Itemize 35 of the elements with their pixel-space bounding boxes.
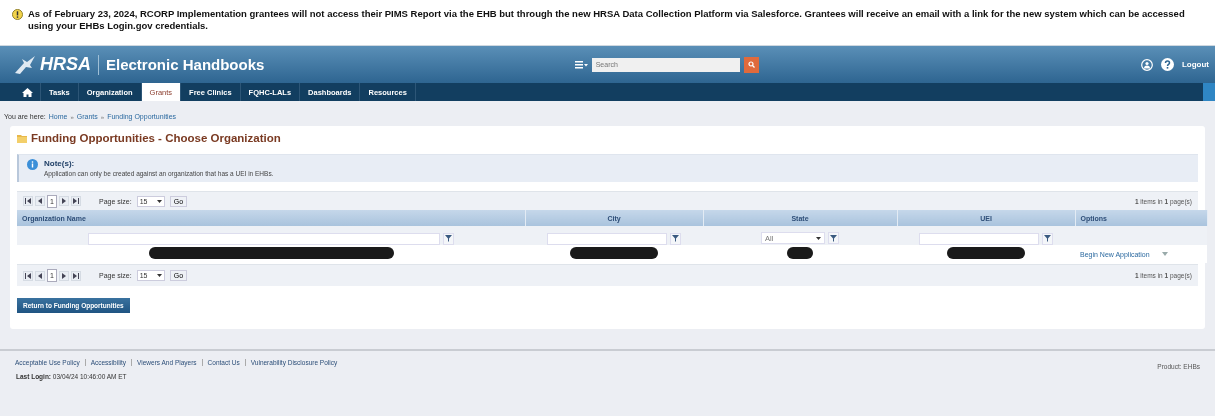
last-page-button[interactable] bbox=[71, 270, 81, 281]
last-page-button[interactable] bbox=[71, 196, 81, 206]
home-icon[interactable] bbox=[21, 87, 33, 97]
logout-link[interactable]: Logout bbox=[1181, 60, 1209, 69]
folder-icon bbox=[17, 133, 27, 143]
search-button[interactable] bbox=[743, 56, 759, 73]
dropdown-icon bbox=[156, 199, 162, 203]
filter-button[interactable] bbox=[1042, 232, 1053, 245]
redaction-bar bbox=[787, 247, 813, 259]
dropdown-icon bbox=[816, 236, 821, 240]
next-page-button[interactable] bbox=[59, 196, 69, 206]
filter-button[interactable] bbox=[828, 232, 839, 244]
previous-page-button[interactable] bbox=[35, 270, 45, 281]
user-icon[interactable] bbox=[1140, 58, 1153, 71]
eagle-icon bbox=[14, 54, 36, 75]
warning-icon bbox=[12, 9, 23, 20]
announcement-text: As of February 23, 2024, RCORP Implementation grantees will not access their PIMS Report via the EHB but through the new HRSA Data Collection Platform via Salesforce. Grantees will receive an email with a link for the new system which can be accessed using your EHBs Login.gov credentials. bbox=[28, 8, 1186, 32]
search-icon[interactable] bbox=[747, 61, 755, 68]
page-title: Funding Opportunities - Choose Organization bbox=[31, 132, 281, 144]
help-icon[interactable] bbox=[1160, 58, 1174, 71]
note-title: Note(s): bbox=[44, 159, 76, 168]
filter-input[interactable] bbox=[919, 232, 1039, 245]
logo-text: HRSA bbox=[40, 54, 91, 75]
filter-input[interactable] bbox=[88, 232, 440, 245]
app-title: Electronic Handbooks bbox=[106, 56, 265, 73]
filter-button[interactable] bbox=[443, 232, 454, 245]
first-page-button[interactable] bbox=[23, 196, 33, 206]
next-page-button[interactable] bbox=[59, 270, 69, 281]
filter-button[interactable] bbox=[670, 232, 681, 245]
dropdown-icon bbox=[156, 274, 162, 277]
first-page-button[interactable] bbox=[23, 270, 33, 281]
info-icon bbox=[27, 159, 38, 170]
menu-button[interactable] bbox=[574, 60, 588, 69]
filter-input[interactable] bbox=[547, 232, 667, 245]
previous-page-button[interactable] bbox=[35, 196, 45, 206]
